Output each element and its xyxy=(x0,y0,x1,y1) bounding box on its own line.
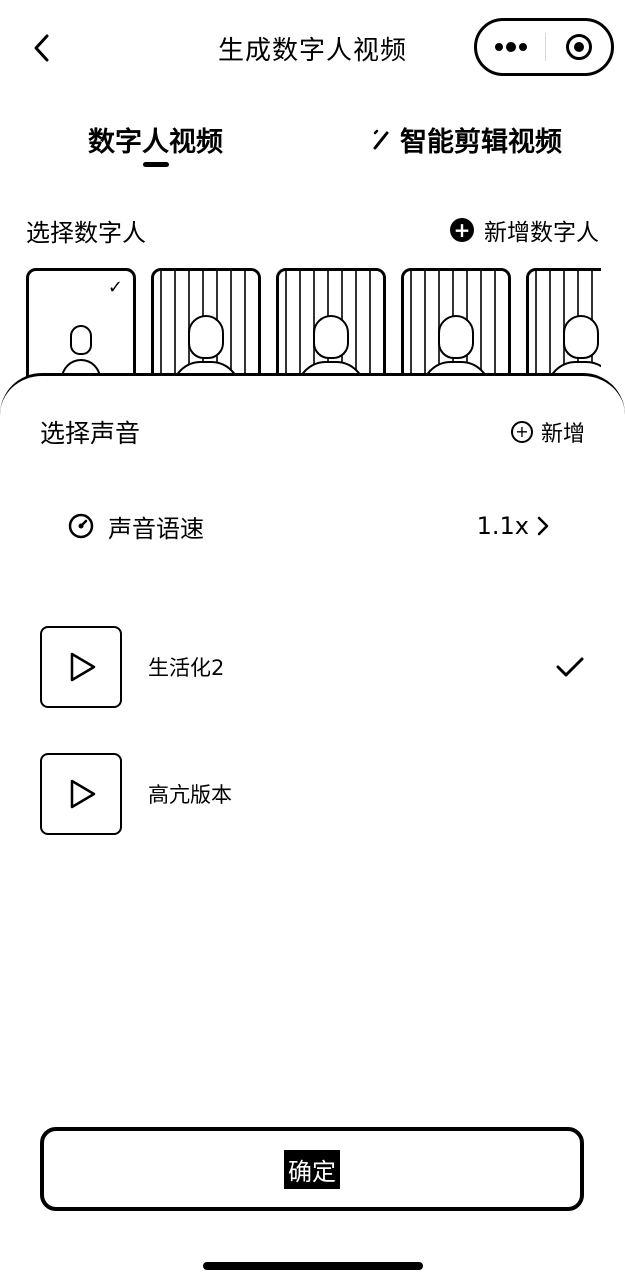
navigation-bar: 生成数字人视频 xyxy=(0,0,625,96)
voice-sheet-header: 选择声音 + 新增 xyxy=(40,414,585,450)
avatar-section-header: 选择数字人 + 新增数字人 xyxy=(26,212,599,248)
play-voice-button[interactable] xyxy=(40,626,122,708)
miniprogram-capsule xyxy=(474,18,614,76)
active-tab-indicator xyxy=(143,162,169,167)
avatar-card[interactable] xyxy=(151,268,261,388)
add-voice-label: 新增 xyxy=(540,422,585,447)
magic-wand-icon xyxy=(373,129,389,149)
avatar-card[interactable] xyxy=(276,268,386,388)
voice-name: 生活化2 xyxy=(148,656,225,680)
voice-speed-label: 声音语速 xyxy=(108,514,204,543)
voice-speed-label-group: 声音语速 xyxy=(68,509,204,544)
voice-sheet-title: 选择声音 xyxy=(40,419,141,448)
close-miniprogram-button[interactable] xyxy=(546,21,611,73)
tab-digital-human-video[interactable]: 数字人视频 xyxy=(88,120,223,159)
tab-smart-edit-video[interactable]: 智能剪辑视频 xyxy=(372,120,562,159)
more-dots-icon xyxy=(495,42,528,52)
voice-name: 高亢版本 xyxy=(148,783,232,807)
chevron-right-icon xyxy=(537,516,549,536)
avatar-card[interactable]: ✓ xyxy=(26,268,136,388)
tab-bar: 数字人视频 智能剪辑视频 xyxy=(0,112,625,172)
avatar-list: ✓ xyxy=(26,268,601,388)
avatar-section-title: 选择数字人 xyxy=(26,218,146,247)
voice-bottom-sheet: 选择声音 + 新增 声音语速 1.1x 生活化2 高亢版本 确定 xyxy=(0,373,625,1280)
add-avatar-button[interactable]: + 新增数字人 xyxy=(450,213,599,247)
avatar-card[interactable] xyxy=(401,268,511,388)
confirm-button-label: 确定 xyxy=(284,1149,340,1189)
speedometer-icon xyxy=(68,513,94,539)
confirm-button[interactable]: 确定 xyxy=(40,1127,584,1211)
play-icon xyxy=(70,652,96,682)
play-icon xyxy=(70,779,96,809)
tab-smart-edit-label: 智能剪辑视频 xyxy=(400,127,562,158)
add-avatar-label: 新增数字人 xyxy=(484,220,599,246)
capsule-divider xyxy=(545,33,547,61)
voice-speed-value-group: 1.1x xyxy=(477,512,549,540)
voice-speed-row[interactable]: 声音语速 1.1x xyxy=(68,506,549,546)
add-voice-button[interactable]: + 新增 xyxy=(510,416,585,448)
checkmark-icon xyxy=(555,652,585,682)
voice-item[interactable]: 生活化2 xyxy=(40,626,585,708)
voice-item[interactable]: 高亢版本 xyxy=(40,753,585,835)
plus-circle-icon: + xyxy=(450,218,474,242)
target-circle-icon xyxy=(565,34,592,60)
plus-circle-outline-icon: + xyxy=(510,421,533,443)
checkmark-icon: ✓ xyxy=(107,277,123,298)
avatar-card[interactable] xyxy=(526,268,601,388)
home-indicator xyxy=(202,1262,423,1270)
play-voice-button[interactable] xyxy=(40,753,122,835)
more-button[interactable] xyxy=(477,21,545,73)
voice-speed-value: 1.1x xyxy=(476,512,529,540)
